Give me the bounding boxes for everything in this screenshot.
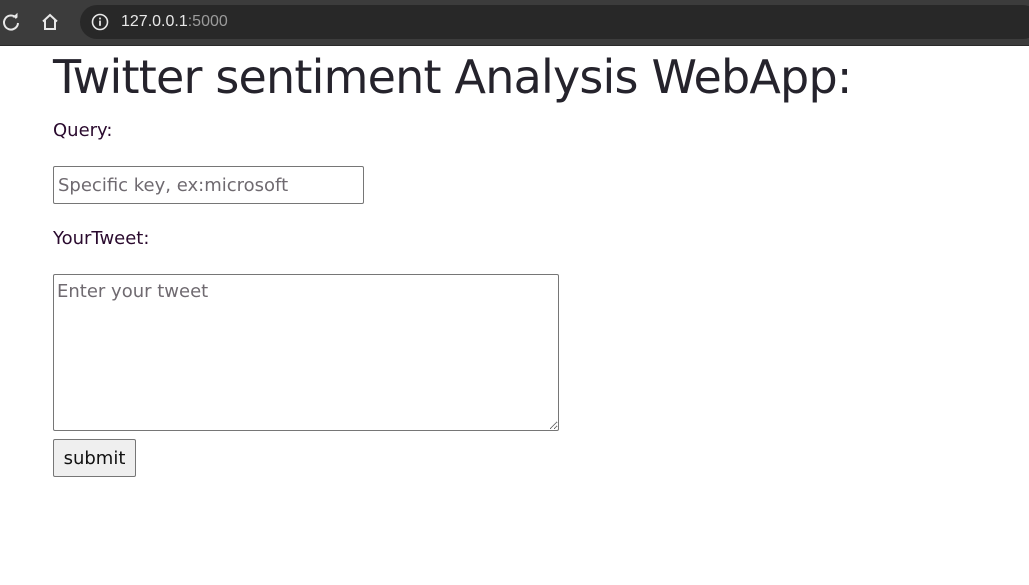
page-title: Twitter sentiment Analysis WebApp: [53,50,852,104]
info-icon[interactable] [91,13,109,31]
reload-button[interactable] [0,8,25,36]
tweet-label: YourTweet: [53,228,150,249]
submit-button[interactable]: submit [53,439,136,477]
reload-icon [1,12,21,32]
tweet-textarea[interactable] [53,274,559,431]
url-host: 127.0.0.1 [121,13,188,30]
home-button[interactable] [36,8,64,36]
url-text[interactable]: 127.0.0.1:5000 [121,12,228,32]
browser-toolbar: 127.0.0.1:5000 [0,0,1029,46]
address-bar[interactable]: 127.0.0.1:5000 [80,5,1029,39]
home-icon [40,12,60,32]
url-port: :5000 [187,13,228,30]
query-label: Query: [53,120,113,141]
query-input[interactable] [53,166,364,204]
